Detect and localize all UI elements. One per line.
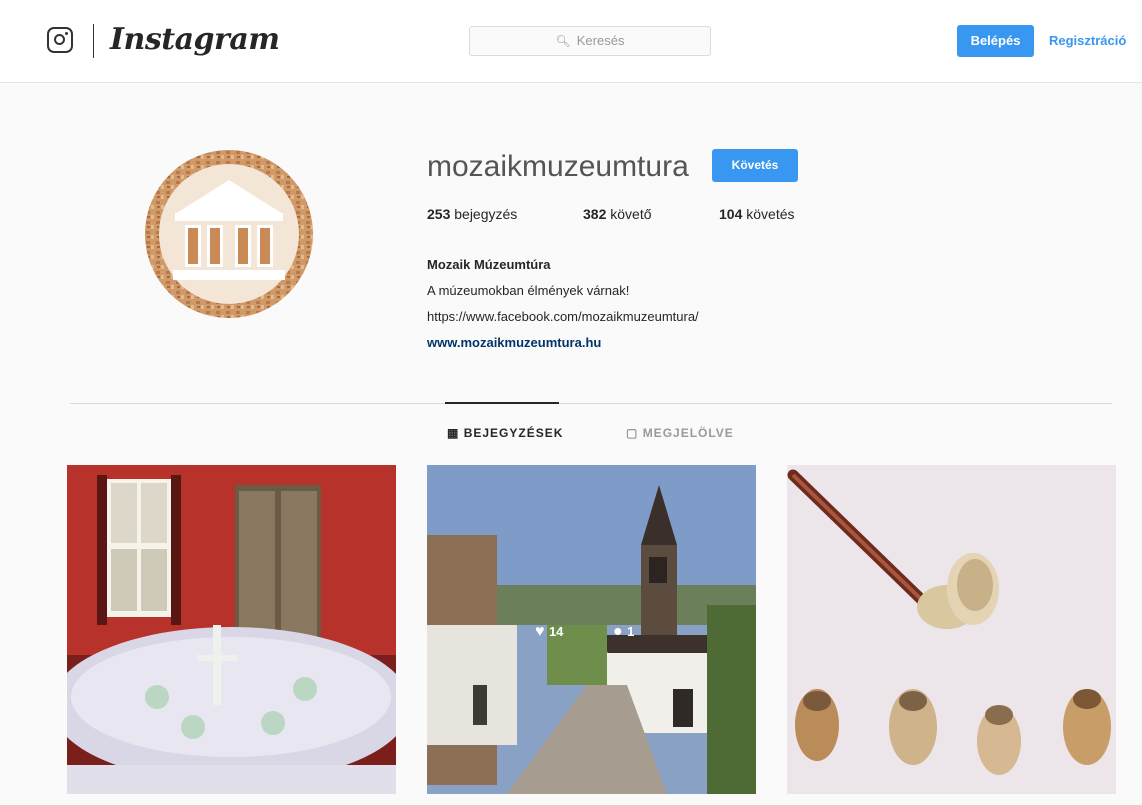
posts-count: 253 bejegyzés <box>427 206 517 222</box>
bio-full-name: Mozaik Múzeumtúra <box>427 257 551 272</box>
followers-count[interactable]: 382 követő <box>583 206 652 222</box>
avatar[interactable] <box>145 150 313 318</box>
instagram-wordmark[interactable]: Instagram <box>110 22 280 57</box>
post-image-village <box>427 465 756 794</box>
post-thumbnail[interactable]: ♥ 14 ● 1 <box>427 465 756 794</box>
followers-count-value: 382 <box>583 206 607 222</box>
tab-tagged-label: MEGJELÖLVE <box>642 426 734 440</box>
bio-facebook-link[interactable]: https://www.facebook.com/mozaikmuzeumtur… <box>427 304 699 330</box>
followers-count-label: követő <box>610 206 652 222</box>
tabs-divider <box>70 403 1112 404</box>
search-input[interactable]: 🔍︎ Keresés <box>469 26 711 56</box>
comment-icon: ● 1 <box>613 623 635 640</box>
logo-divider <box>93 24 94 58</box>
bio-text: A múzeumokban élmények várnak! <box>427 283 630 298</box>
bio-website-link[interactable]: www.mozaikmuzeumtura.hu <box>427 330 699 356</box>
museum-logo-image <box>145 150 313 318</box>
search-placeholder: Keresés <box>576 33 625 48</box>
posts-count-label: bejegyzés <box>454 206 518 222</box>
posts-count-value: 253 <box>427 206 451 222</box>
profile-username: mozaikmuzeumtura <box>427 150 689 183</box>
tab-tagged[interactable]: ▢ MEGJELÖLVE <box>626 426 734 440</box>
post-image-room <box>67 465 396 794</box>
post-image-pipes <box>787 465 1116 794</box>
profile-bio: Mozaik Múzeumtúra A múzeumokban élmények… <box>427 252 699 356</box>
signup-link[interactable]: Regisztráció <box>1049 33 1126 48</box>
follow-button[interactable]: Követés <box>712 149 798 182</box>
top-navigation-bar: Instagram 🔍︎ Keresés Belépés Regisztráció <box>0 0 1142 83</box>
active-tab-indicator <box>445 402 559 404</box>
post-thumbnail[interactable] <box>787 465 1116 794</box>
login-button[interactable]: Belépés <box>957 25 1034 57</box>
search-icon: 🔍︎ <box>555 34 571 48</box>
post-thumbnail[interactable] <box>67 465 396 794</box>
like-icon: ♥ 14 <box>535 623 564 640</box>
tab-posts-label: BEJEGYZÉSEK <box>463 426 564 440</box>
following-count[interactable]: 104 követés <box>719 206 795 222</box>
following-count-label: követés <box>746 206 795 222</box>
instagram-camera-icon[interactable] <box>47 27 73 53</box>
following-count-value: 104 <box>719 206 743 222</box>
grid-icon: ▦ <box>447 426 460 440</box>
tab-posts[interactable]: ▦ BEJEGYZÉSEK <box>447 426 563 440</box>
tag-icon: ▢ <box>626 426 639 440</box>
